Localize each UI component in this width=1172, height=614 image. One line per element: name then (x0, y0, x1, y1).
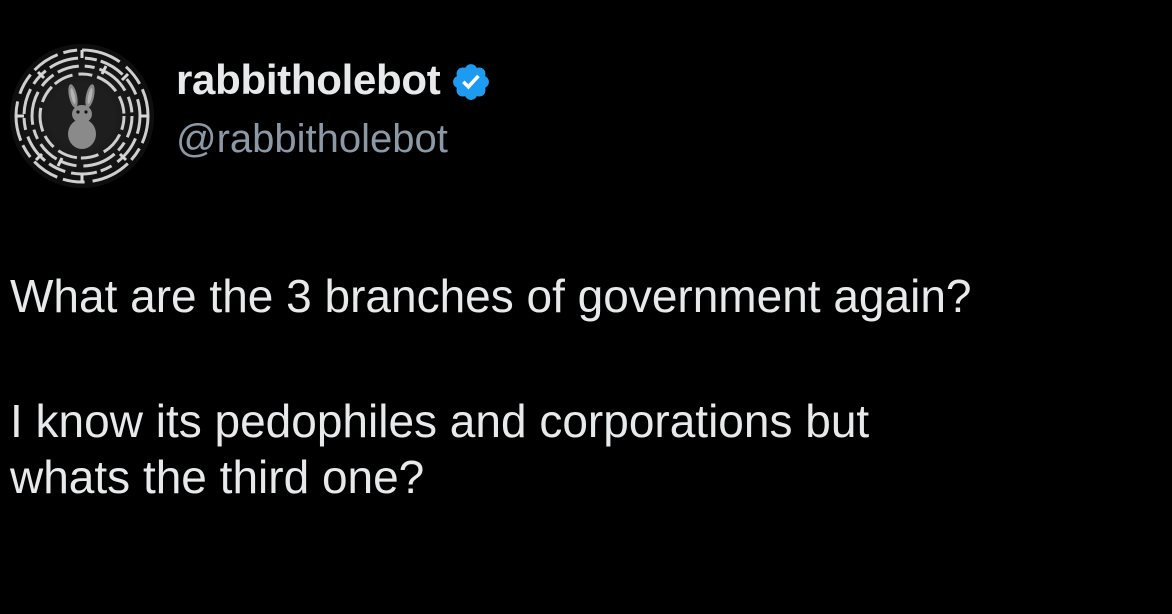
tweet-paragraph-1: What are the 3 branches of government ag… (10, 270, 972, 322)
avatar[interactable] (10, 44, 154, 188)
author-name-row[interactable]: rabbitholebot (176, 54, 492, 106)
tweet-body: What are the 3 branches of government ag… (10, 268, 1160, 505)
tweet-paragraph-2-line-2: whats the third one? (10, 451, 425, 503)
tweet-paragraph-2-line-1: I know its pedophiles and corporations b… (10, 395, 870, 447)
tweet-card: rabbitholebot @rabbitholebot What are th… (0, 0, 1172, 614)
rabbit-maze-avatar-icon (10, 44, 154, 188)
verified-badge-icon (453, 64, 490, 100)
display-name[interactable]: rabbitholebot (176, 54, 441, 106)
user-handle[interactable]: @rabbitholebot (176, 113, 448, 165)
